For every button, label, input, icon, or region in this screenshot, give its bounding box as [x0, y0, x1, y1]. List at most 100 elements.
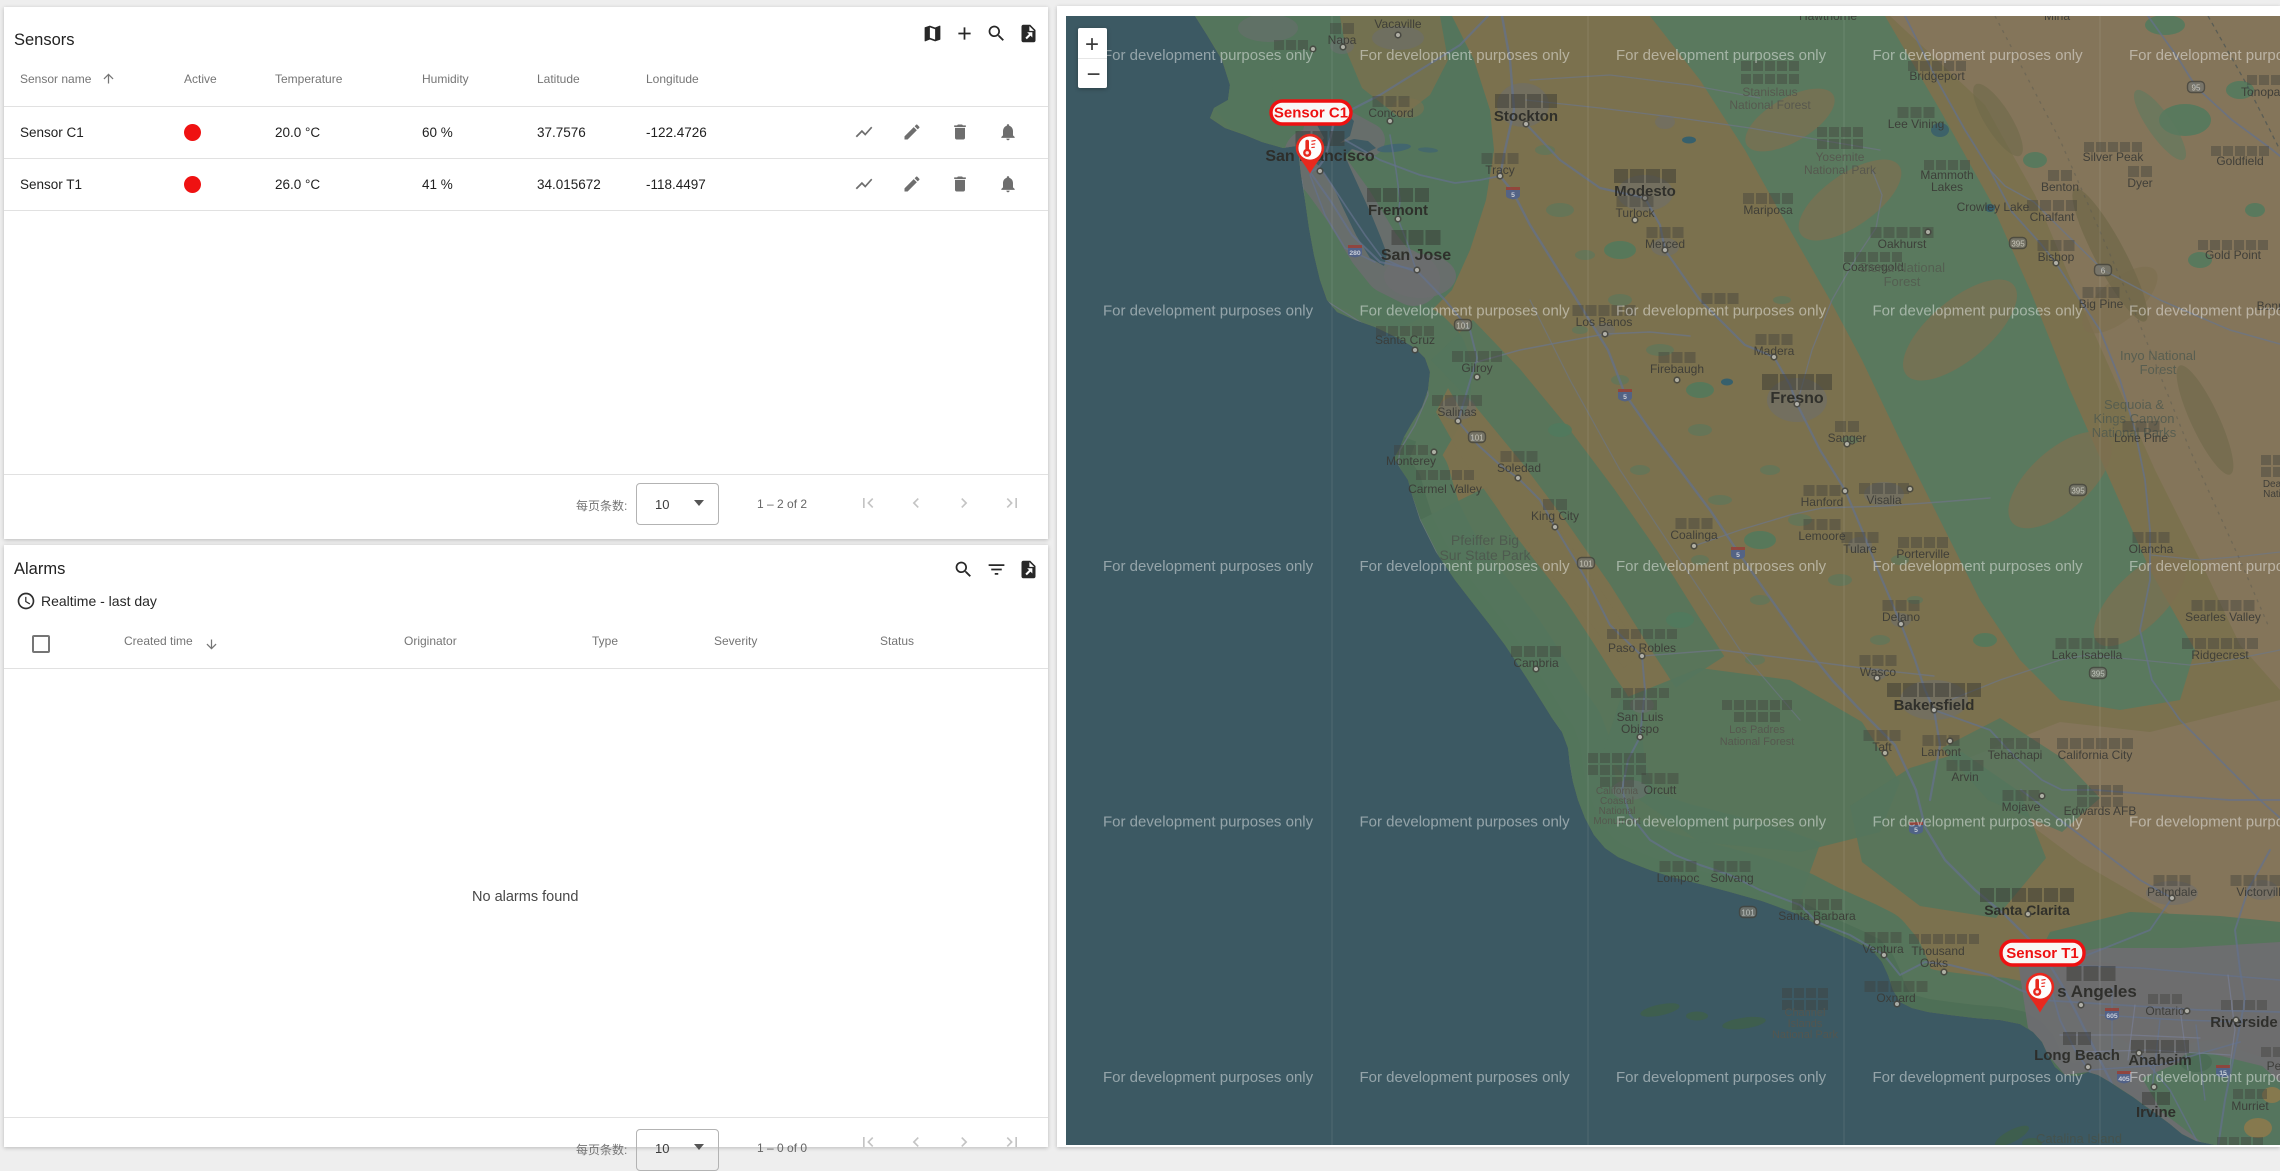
svg-text:For development purposes only: For development purposes only	[1873, 814, 2084, 831]
svg-text:For development purposes only: For development purposes only	[1873, 1069, 2084, 1086]
svg-text:Dyer: Dyer	[2127, 176, 2152, 190]
svg-text:395: 395	[2071, 487, 2085, 496]
svg-text:280: 280	[1349, 250, 1361, 257]
svg-text:For development purposes only: For development purposes only	[1103, 1069, 1314, 1086]
svg-text:Hawthorne: Hawthorne	[1799, 16, 1857, 23]
svg-text:Monterey: Monterey	[1386, 454, 1436, 468]
svg-text:For development purposes only: For development purposes only	[1360, 558, 1571, 575]
svg-text:Solvang: Solvang	[1710, 871, 1753, 885]
svg-text:Searles Valley: Searles Valley	[2185, 610, 2261, 624]
svg-text:Ontario: Ontario	[2145, 1004, 2185, 1018]
svg-text:Murriet: Murriet	[2231, 1099, 2269, 1113]
svg-text:s Angeles: s Angeles	[2057, 982, 2137, 1001]
svg-text:Tonopah: Tonopah	[2241, 85, 2280, 99]
svg-text:For development purposes only: For development purposes only	[1616, 1069, 1827, 1086]
svg-text:Bridgeport: Bridgeport	[1909, 69, 1965, 83]
svg-text:Olancha: Olancha	[2129, 542, 2174, 556]
svg-text:Vacaville: Vacaville	[1374, 17, 1421, 31]
svg-text:California City: California City	[2058, 748, 2133, 762]
svg-text:395: 395	[2091, 670, 2105, 679]
svg-text:Benton: Benton	[2041, 180, 2079, 194]
svg-text:National Park: National Park	[1804, 163, 1877, 177]
svg-text:Catalina Island: Catalina Island	[2036, 1131, 2122, 1145]
svg-text:Carmel Valley: Carmel Valley	[1408, 482, 1482, 496]
svg-text:For development purposes only: For development purposes only	[2129, 814, 2280, 831]
svg-text:Nati: Nati	[2263, 489, 2280, 500]
svg-text:Lone Pine: Lone Pine	[2114, 431, 2168, 445]
svg-text:For development purposes only: For development purposes only	[1873, 558, 2084, 575]
svg-text:Oakhurst: Oakhurst	[1878, 237, 1927, 251]
svg-text:Pfeiffer Big: Pfeiffer Big	[1451, 532, 1519, 548]
svg-text:National Forest: National Forest	[1720, 736, 1795, 748]
svg-text:Soledad: Soledad	[1497, 461, 1541, 475]
svg-text:Coalinga: Coalinga	[1670, 528, 1718, 542]
svg-text:Mariposa: Mariposa	[1743, 203, 1793, 217]
svg-text:For development purposes only: For development purposes only	[1103, 814, 1314, 831]
svg-text:Gold Point: Gold Point	[2205, 248, 2262, 262]
svg-text:For development purposes only: For development purposes only	[1873, 47, 2084, 64]
svg-text:For development purposes only: For development purposes only	[2129, 1069, 2280, 1086]
svg-text:For development purposes only: For development purposes only	[1616, 303, 1827, 320]
svg-text:For development purposes only: For development purposes only	[1360, 47, 1571, 64]
svg-text:Victorville: Victorville	[2236, 885, 2280, 899]
svg-text:Lake Isabella: Lake Isabella	[2052, 648, 2123, 662]
svg-text:Forest: Forest	[2140, 362, 2177, 377]
svg-text:For development purposes only: For development purposes only	[1103, 558, 1314, 575]
svg-text:Inyo National: Inyo National	[2120, 348, 2196, 363]
svg-text:For development purposes only: For development purposes only	[1360, 1069, 1571, 1086]
svg-text:For development purposes only: For development purposes only	[1616, 47, 1827, 64]
svg-text:San Jose: San Jose	[1381, 247, 1451, 264]
svg-text:For development purposes only: For development purposes only	[2129, 303, 2280, 320]
svg-text:101: 101	[1579, 560, 1593, 569]
svg-text:101: 101	[1470, 434, 1484, 443]
svg-text:101: 101	[1456, 322, 1470, 331]
svg-text:Tehachapi: Tehachapi	[1988, 748, 2043, 762]
svg-text:Firebaugh: Firebaugh	[1650, 362, 1704, 376]
svg-text:Mojave: Mojave	[2002, 800, 2041, 814]
svg-text:Hanford: Hanford	[1801, 495, 1844, 509]
svg-text:For development purposes only: For development purposes only	[1616, 558, 1827, 575]
svg-text:For development purposes only: For development purposes only	[2129, 558, 2280, 575]
svg-text:For development purposes only: For development purposes only	[1360, 814, 1571, 831]
svg-text:Irvine: Irvine	[2136, 1104, 2176, 1121]
svg-text:For development purposes only: For development purposes only	[1103, 303, 1314, 320]
svg-text:Los Padres: Los Padres	[1729, 724, 1785, 736]
svg-text:605: 605	[2106, 1013, 2118, 1020]
svg-text:6: 6	[2101, 267, 2106, 276]
svg-text:Lamont: Lamont	[1921, 745, 1962, 759]
svg-text:Mina: Mina	[2044, 16, 2070, 23]
svg-text:Silver Peak: Silver Peak	[2083, 150, 2145, 164]
svg-text:King City: King City	[1531, 509, 1579, 523]
svg-text:For development purposes only: For development purposes only	[1103, 47, 1314, 64]
svg-text:Sensor C1: Sensor C1	[1274, 105, 1348, 122]
svg-text:Sequoia &: Sequoia &	[2104, 397, 2164, 412]
svg-text:Riverside: Riverside	[2210, 1014, 2278, 1031]
svg-text:Long Beach: Long Beach	[2034, 1047, 2120, 1064]
svg-text:National Park: National Park	[1772, 1029, 1839, 1041]
svg-text:Salinas: Salinas	[1437, 405, 1476, 419]
svg-text:Big Pine: Big Pine	[2079, 297, 2124, 311]
svg-text:Santa Cruz: Santa Cruz	[1375, 333, 1435, 347]
svg-text:Tulare: Tulare	[1843, 542, 1877, 556]
svg-text:Yosemite: Yosemite	[1816, 150, 1865, 164]
svg-text:Gilroy: Gilroy	[1461, 361, 1492, 375]
svg-text:5: 5	[1511, 192, 1515, 199]
svg-text:Lompoc: Lompoc	[1657, 871, 1700, 885]
svg-text:95: 95	[2192, 84, 2201, 93]
svg-text:Lemoore: Lemoore	[1798, 529, 1846, 543]
svg-text:Goldfield: Goldfield	[2216, 154, 2263, 168]
svg-text:Orcutt: Orcutt	[1644, 783, 1677, 797]
svg-text:Visalia: Visalia	[1866, 493, 1901, 507]
svg-text:Chalfant: Chalfant	[2030, 210, 2075, 224]
svg-text:Lakes: Lakes	[1931, 180, 1963, 194]
svg-text:Forest: Forest	[1884, 274, 1921, 289]
svg-text:Sierra National: Sierra National	[1859, 260, 1945, 275]
svg-text:For development purposes only: For development purposes only	[1873, 303, 2084, 320]
svg-text:Lee Vining: Lee Vining	[1888, 117, 1945, 131]
svg-text:Ridgecrest: Ridgecrest	[2191, 648, 2249, 662]
svg-text:For development purposes only: For development purposes only	[2129, 47, 2280, 64]
svg-text:Crowley Lake: Crowley Lake	[1957, 200, 2030, 214]
svg-text:Oaks: Oaks	[1920, 956, 1948, 970]
svg-text:101: 101	[1741, 909, 1755, 918]
svg-text:5: 5	[1623, 394, 1627, 401]
